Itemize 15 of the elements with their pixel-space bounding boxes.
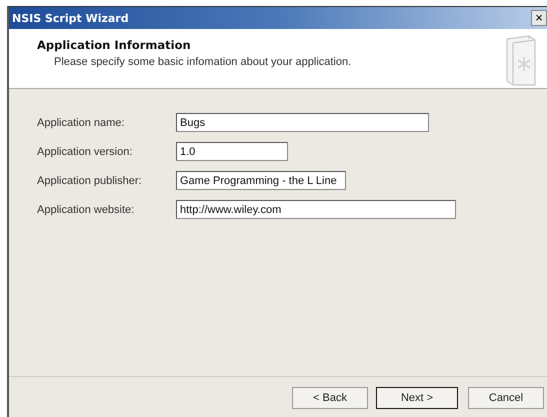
close-button[interactable]: × [531,10,547,26]
field-label: Application publisher: [37,174,143,186]
input-field[interactable]: Game Programming - the L Line [176,171,346,190]
field-label: Application version: [37,146,134,158]
page-subtitle: Please specify some basic infomation about your application. [54,56,352,68]
wizard-button[interactable]: < Back [292,387,368,409]
wizard-button[interactable]: Cancel [468,387,544,409]
input-field[interactable]: http://www.wiley.com [176,200,456,219]
wizard-button[interactable]: Next > [376,387,458,409]
field-label: Application name: [37,116,126,128]
field-label: Application website: [37,204,136,216]
input-field[interactable]: Bugs [176,113,429,132]
page-title: Application Information [37,38,192,52]
window-title: NSIS Script Wizard [12,12,129,24]
input-field[interactable]: 1.0 [176,142,288,161]
